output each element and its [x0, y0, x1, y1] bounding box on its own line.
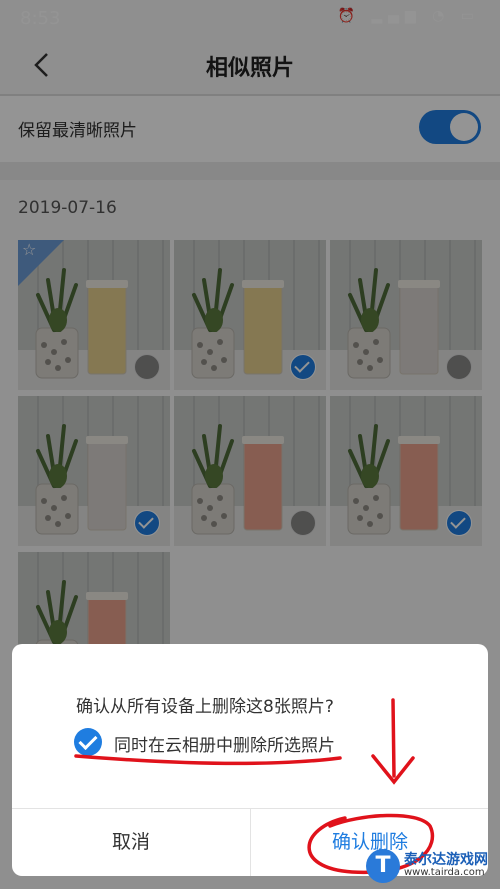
checkbox-checked-icon[interactable]	[74, 728, 102, 756]
cancel-button[interactable]: 取消	[12, 808, 250, 876]
dialog-message: 确认从所有设备上删除这8张照片?	[76, 697, 334, 717]
watermark-logo: T	[366, 849, 400, 883]
cloud-delete-option[interactable]: 同时在云相册中删除所选照片	[74, 728, 394, 758]
watermark-url: www.tairda.com	[404, 867, 485, 878]
cloud-delete-label: 同时在云相册中删除所选照片	[114, 736, 335, 756]
watermark: T 泰尔达游戏网 www.tairda.com	[366, 849, 494, 883]
watermark-name: 泰尔达游戏网	[404, 852, 488, 868]
delete-confirm-dialog: 确认从所有设备上删除这8张照片? 同时在云相册中删除所选照片 取消 确认删除	[12, 644, 488, 876]
